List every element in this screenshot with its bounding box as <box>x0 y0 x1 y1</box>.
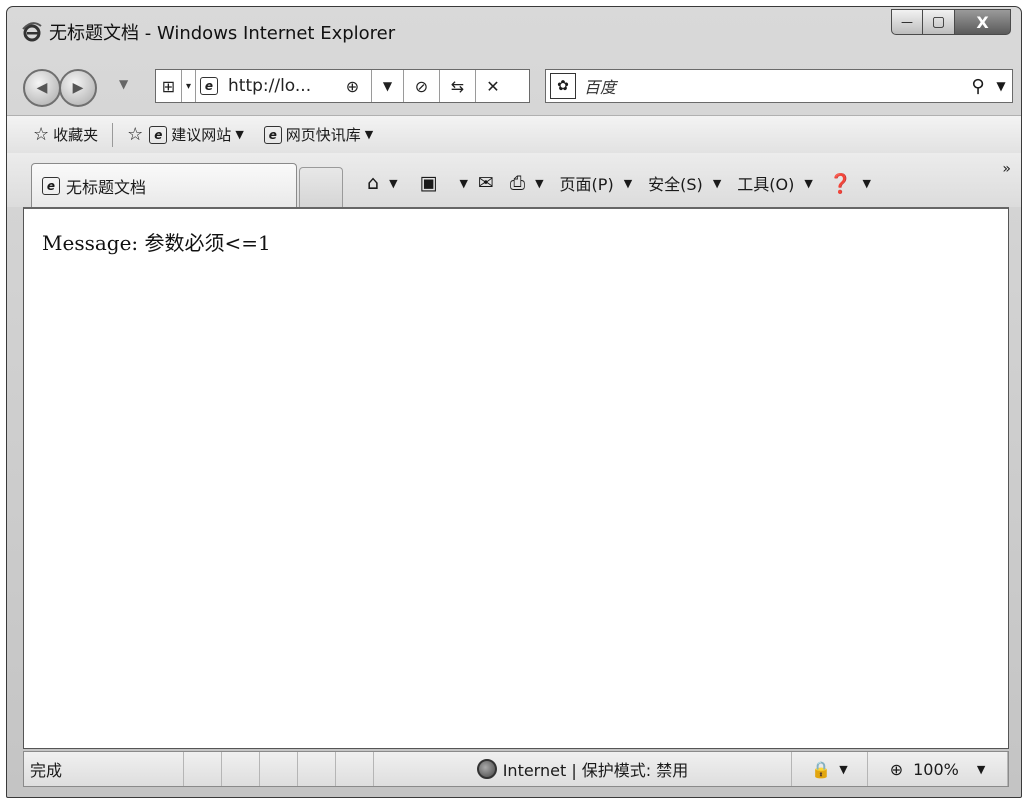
feeds-icon[interactable]: ▣ <box>420 172 438 194</box>
search-icon[interactable]: ⚲ <box>966 76 990 97</box>
print-dropdown-icon[interactable]: ▼ <box>535 177 543 190</box>
add-tab-icon[interactable]: ⊞ <box>156 70 182 102</box>
toolbar-overflow-icon[interactable]: » <box>1002 161 1011 177</box>
ie-page-icon: e <box>149 125 168 144</box>
rss-feed-icon[interactable]: ⊘ <box>404 70 440 102</box>
search-box[interactable]: ✿ 百度 ⚲ ▼ <box>545 69 1013 103</box>
status-segment <box>336 752 374 786</box>
back-arrow-icon: ◀ <box>36 80 48 96</box>
search-options-dropdown-icon[interactable]: ▼ <box>990 79 1012 93</box>
address-dropdown-small-icon[interactable]: ▾ <box>182 70 196 102</box>
chevron-down-icon: ▼ <box>235 128 244 141</box>
popup-blocker-button[interactable]: 🔒 ▼ <box>792 752 868 786</box>
ie-logo-icon: e <box>42 176 60 195</box>
address-dropdown-icon[interactable]: ▼ <box>372 70 404 102</box>
forward-arrow-icon: ▶ <box>72 80 84 96</box>
add-to-favorites-icon[interactable]: ☆ <box>127 124 143 145</box>
new-tab-button[interactable] <box>299 167 343 207</box>
page-menu[interactable]: 页面(P) <box>560 171 614 195</box>
window-controls: — ▢ X <box>891 9 1011 35</box>
chevron-down-icon: ▼ <box>839 762 848 776</box>
chevron-down-icon[interactable]: ▼ <box>804 177 812 190</box>
web-slice-gallery-link[interactable]: e 网页快讯库 ▼ <box>263 124 374 145</box>
web-slice-gallery-label: 网页快讯库 <box>285 126 361 144</box>
status-segment <box>298 752 336 786</box>
home-icon[interactable]: ⌂ <box>367 172 379 194</box>
close-button[interactable]: X <box>955 9 1011 35</box>
lock-tools-icon: 🔒 <box>811 759 832 779</box>
toolbar-separator <box>112 122 114 147</box>
ie-page-icon: e <box>263 125 282 144</box>
title-bar[interactable]: 无标题文档 - Windows Internet Explorer — ▢ X <box>7 7 1021 51</box>
status-bar: 完成 Internet | 保护模式: 禁用 🔒 ▼ ⊕ 100% ▼ <box>23 751 1009 787</box>
suggested-sites-label: 建议网站 <box>171 126 232 144</box>
chevron-down-icon[interactable]: ▼ <box>713 177 721 190</box>
help-icon[interactable]: ❓ <box>829 172 853 195</box>
security-zone[interactable]: Internet | 保护模式: 禁用 <box>374 752 792 786</box>
tab-bar: e 无标题文档 ⌂ ▼ ▣ ▼ ✉ ⎙ ▼ 页面(P) ▼ 安全(S) ▼ 工具… <box>7 153 1021 207</box>
baidu-paw-icon[interactable]: ✿ <box>550 73 576 99</box>
print-icon[interactable]: ⎙ <box>510 172 525 194</box>
zoom-level: 100% <box>913 759 959 779</box>
globe-icon <box>476 759 497 779</box>
error-message: Message: 参数必须<=1 <box>42 231 271 255</box>
status-text: 完成 <box>24 752 184 786</box>
back-button[interactable]: ◀ <box>23 69 61 107</box>
forward-button[interactable]: ▶ <box>59 69 97 107</box>
suggested-sites-link[interactable]: e 建议网站 ▼ <box>149 124 244 145</box>
status-segment <box>184 752 222 786</box>
stop-icon[interactable]: ✕ <box>476 70 510 102</box>
browser-window: 无标题文档 - Windows Internet Explorer — ▢ X … <box>6 6 1022 798</box>
navigation-bar: ◀ ▶ ▼ ⊞ ▾ e http://lo... ⊕ ▼ ⊘ ⇆ ✕ ✿ 百度 … <box>7 57 1021 109</box>
status-segment <box>260 752 298 786</box>
chevron-down-icon: ▼ <box>364 128 374 141</box>
maximize-button[interactable]: ▢ <box>923 9 955 35</box>
address-bar: ⊞ ▾ e http://lo... ⊕ ▼ ⊘ ⇆ ✕ <box>155 69 530 103</box>
safety-menu[interactable]: 安全(S) <box>648 171 703 195</box>
zoom-control[interactable]: ⊕ 100% ▼ <box>868 752 1008 786</box>
window-title: 无标题文档 - Windows Internet Explorer <box>49 23 396 44</box>
favorites-label: 收藏夹 <box>53 126 99 144</box>
page-content: Message: 参数必须<=1 <box>23 207 1009 749</box>
compatibility-icon[interactable]: ⊕ <box>334 70 372 102</box>
tools-menu[interactable]: 工具(O) <box>737 171 794 195</box>
minimize-button[interactable]: — <box>891 9 923 35</box>
minimize-icon: — <box>901 15 913 29</box>
help-dropdown-icon[interactable]: ▼ <box>863 177 871 190</box>
tab-label: 无标题文档 <box>66 177 147 197</box>
close-icon: X <box>976 12 989 32</box>
search-input[interactable]: 百度 <box>584 74 966 98</box>
status-segment <box>222 752 260 786</box>
star-icon: ☆ <box>33 124 50 145</box>
tab-untitled-document[interactable]: e 无标题文档 <box>31 163 297 207</box>
chevron-down-icon: ▼ <box>976 762 986 776</box>
zoom-icon: ⊕ <box>889 759 904 779</box>
address-input[interactable]: http://lo... <box>222 70 334 102</box>
favorites-button[interactable]: ☆ 收藏夹 <box>33 124 98 145</box>
favorites-bar: ☆ 收藏夹 ☆ e 建议网站 ▼ e 网页快讯库 ▼ <box>7 115 1021 153</box>
command-bar: ⌂ ▼ ▣ ▼ ✉ ⎙ ▼ 页面(P) ▼ 安全(S) ▼ 工具(O) ▼ ❓ … <box>367 169 871 197</box>
maximize-icon: ▢ <box>931 14 946 30</box>
recent-pages-dropdown-icon[interactable]: ▼ <box>119 77 128 91</box>
refresh-icon[interactable]: ⇆ <box>440 70 476 102</box>
ie-logo-icon <box>22 22 42 42</box>
security-zone-label: Internet | 保护模式: 禁用 <box>502 761 689 780</box>
feeds-dropdown-icon[interactable]: ▼ <box>459 177 467 190</box>
home-dropdown-icon[interactable]: ▼ <box>389 177 397 190</box>
page-icon: e <box>196 70 222 102</box>
mail-icon[interactable]: ✉ <box>478 172 494 194</box>
chevron-down-icon[interactable]: ▼ <box>624 177 632 190</box>
